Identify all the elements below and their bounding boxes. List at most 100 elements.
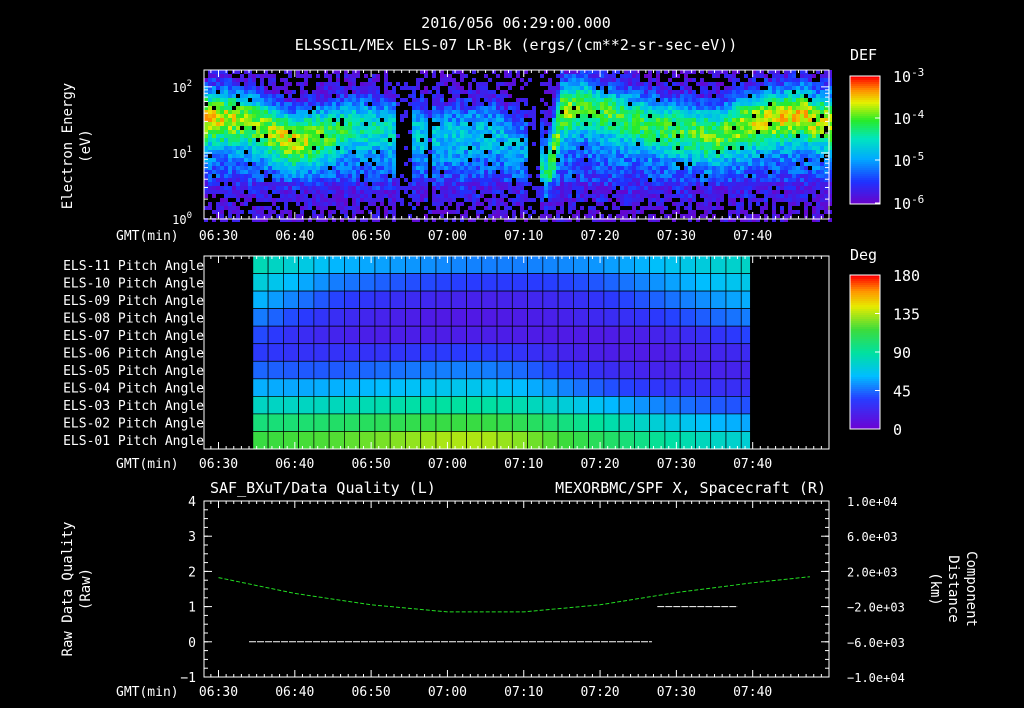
spectrogram-cell (412, 102, 416, 106)
spectrogram-cell (220, 98, 224, 102)
spectrogram-cell (476, 158, 480, 162)
spectrogram-cell (256, 146, 260, 150)
spectrogram-cell (504, 150, 508, 154)
spectrogram-cell (280, 166, 284, 170)
spectrogram-cell (220, 94, 224, 98)
spectrogram-cell (496, 98, 500, 102)
spectrogram-cell (460, 174, 464, 178)
spectrogram-cell (804, 78, 808, 82)
spectrogram-cell (592, 134, 596, 138)
spectrogram-cell (268, 138, 272, 142)
spectrogram-cell (508, 134, 512, 138)
spectrogram-cell (440, 98, 444, 102)
spectrogram-cell (260, 194, 264, 198)
spectrogram-cell (208, 130, 212, 134)
spectrogram-cell (696, 190, 700, 194)
spectrogram-cell (556, 74, 560, 78)
spectrogram-cell (732, 142, 736, 146)
spectrogram-cell (664, 114, 668, 118)
spectrogram-cell (468, 174, 472, 178)
spectrogram-cell (632, 90, 636, 94)
spectrogram-cell (560, 106, 564, 110)
spectrogram-cell (292, 118, 296, 122)
spectrogram-cell (800, 170, 804, 174)
spectrogram-cell (472, 90, 476, 94)
spectrogram-cell (620, 170, 624, 174)
energy-x-tick-label: 07:00 (428, 229, 467, 244)
spectrogram-cell (684, 186, 688, 190)
spectrogram-cell (772, 194, 776, 198)
spectrogram-cell (632, 170, 636, 174)
spectrogram-cell (288, 190, 292, 194)
spectrogram-cell (400, 86, 404, 90)
spectrogram-cell (816, 86, 820, 90)
spectrogram-cell (576, 210, 580, 214)
spectrogram-cell (484, 138, 488, 142)
spectrogram-cell (780, 150, 784, 154)
spectrogram-cell (672, 138, 676, 142)
spectrogram-cell (648, 198, 652, 202)
spectrogram-cell (736, 102, 740, 106)
spectrogram-cell (760, 98, 764, 102)
spectrogram-cell (800, 194, 804, 198)
spectrogram-cell (560, 174, 564, 178)
energy-x-tick-label: 07:20 (580, 229, 619, 244)
spectrogram-cell (228, 146, 232, 150)
spectrogram-cell (628, 78, 632, 82)
spectrogram-cell (804, 126, 808, 130)
spectrogram-cell (396, 94, 400, 98)
spectrogram-cell (240, 170, 244, 174)
spectrogram-cell (524, 122, 528, 126)
spectrogram-cell (776, 158, 780, 162)
spectrogram-cell (600, 194, 604, 198)
spectrogram-cell (328, 134, 332, 138)
spectrogram-cell (772, 146, 776, 150)
spectrogram-cell (356, 194, 360, 198)
spectrogram-cell (228, 210, 232, 214)
spectrogram-cell (784, 110, 788, 114)
spectrogram-cell (444, 134, 448, 138)
spectrogram-cell (484, 158, 488, 162)
spectrogram-cell (216, 190, 220, 194)
energy-spectrogram-panel: 10010110206:30 06:40 06:50 07:00 07:10 07:20 0… (60, 69, 832, 244)
spectrogram-cell (692, 174, 696, 178)
spectrogram-cell (572, 214, 576, 218)
spectrogram-cell (276, 134, 280, 138)
spectrogram-cell (792, 174, 796, 178)
spectrogram-cell (268, 122, 272, 126)
spectrogram-cell (448, 190, 452, 194)
spectrogram-cell (676, 98, 680, 102)
spectrogram-cell (692, 178, 696, 182)
spectrogram-cell (664, 126, 668, 130)
spectrogram-cell (688, 78, 692, 82)
spectrogram-cell (592, 178, 596, 182)
spectrogram-cell (764, 178, 768, 182)
spectrogram-cell (504, 166, 508, 170)
spectrogram-cell (704, 82, 708, 86)
spectrogram-cell (208, 74, 212, 78)
spectrogram-cell (228, 94, 232, 98)
spectrogram-cell (524, 150, 528, 154)
spectrogram-cell (260, 178, 264, 182)
spectrogram-cell (340, 114, 344, 118)
spectrogram-cell (308, 146, 312, 150)
spectrogram-cell (500, 102, 504, 106)
spectrogram-cell (744, 102, 748, 106)
spectrogram-cell (448, 98, 452, 102)
spectrogram-cell (284, 78, 288, 82)
spectrogram-cell (688, 102, 692, 106)
spectrogram-cell (756, 82, 760, 86)
spectrogram-cell (424, 198, 428, 202)
spectrogram-cell (252, 154, 256, 158)
spectrogram-cell (388, 114, 392, 118)
spectrogram-cell (588, 166, 592, 170)
spectrogram-cell (632, 94, 636, 98)
spectrogram-cell (620, 162, 624, 166)
spectrogram-cell (712, 186, 716, 190)
spectrogram-cell (448, 146, 452, 150)
spectrogram-cell (324, 118, 328, 122)
spectrogram-cell (632, 98, 636, 102)
spectrogram-cell (320, 102, 324, 106)
spectrogram-cell (204, 126, 208, 130)
spectrogram-cell (792, 114, 796, 118)
